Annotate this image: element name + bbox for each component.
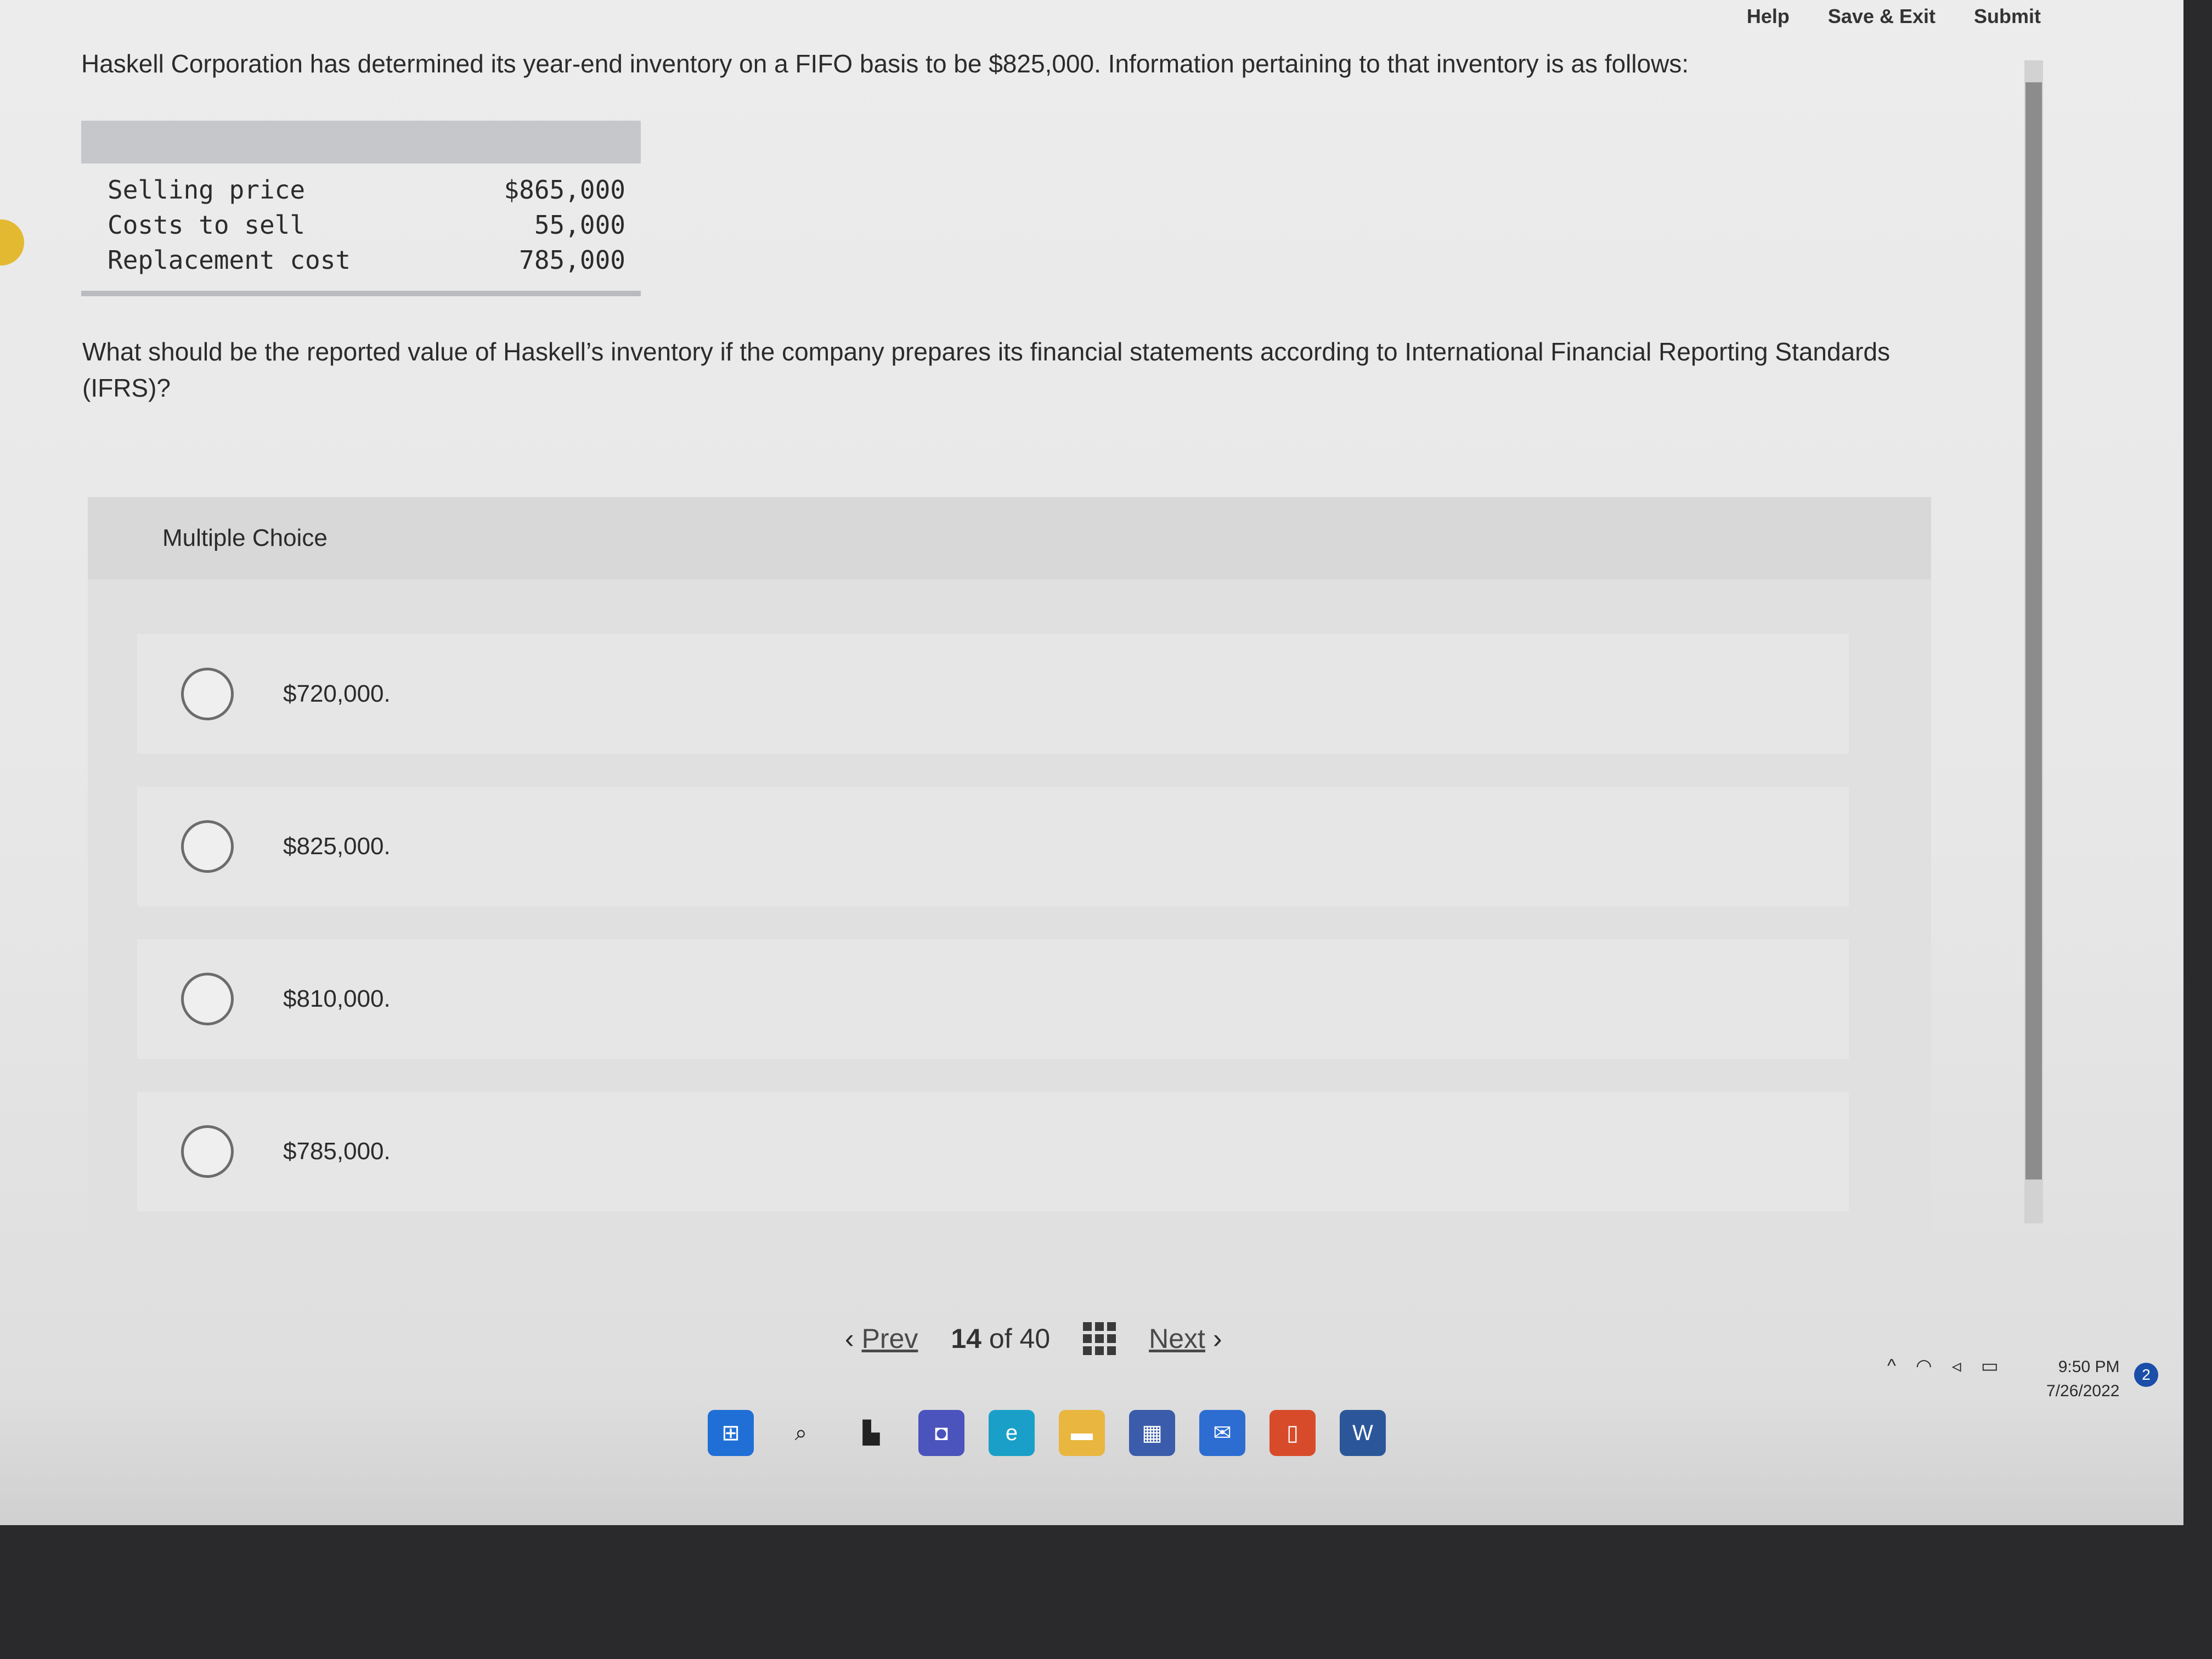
choice-label: $825,000. [283,833,391,860]
search-icon[interactable]: ⌕ [778,1410,824,1456]
task-view-icon[interactable]: ▙ [848,1410,894,1456]
prev-button[interactable]: ‹ Prev [845,1323,918,1355]
office-icon[interactable]: ▯ [1269,1410,1316,1456]
radio-button[interactable] [181,1125,234,1178]
scrollbar-thumb[interactable] [2025,82,2042,1180]
next-button[interactable]: Next › [1149,1323,1222,1355]
save-exit-link[interactable]: Save & Exit [1828,5,1936,28]
file-explorer-icon[interactable]: ▬ [1059,1410,1105,1456]
radio-button[interactable] [181,973,234,1025]
multiple-choice-panel: Multiple Choice $720,000. $825,000. $810… [88,497,1931,1298]
word-icon[interactable]: W [1340,1410,1386,1456]
row-label: Replacement cost [108,245,351,275]
next-label: Next [1149,1323,1205,1354]
choice-option[interactable]: $785,000. [137,1092,1849,1211]
top-toolbar: Help Save & Exit Submit [1747,0,2041,33]
question-navigation: ‹ Prev 14 of 40 Next › [845,1322,1222,1355]
table-row: Selling price $865,000 [108,172,625,207]
choice-option[interactable]: $825,000. [137,787,1849,906]
choice-option[interactable]: $810,000. [137,939,1849,1059]
row-value: 55,000 [534,210,625,240]
store-icon[interactable]: ▦ [1129,1410,1175,1456]
question-intro: Haskell Corporation has determined its y… [81,49,1689,78]
table-footer-rule [81,291,641,296]
taskbar-apps: ⊞ ⌕ ▙ ◘ e ▬ ▦ ✉ ▯ W [708,1410,1386,1456]
choice-option[interactable]: $720,000. [137,634,1849,754]
table-row: Replacement cost 785,000 [108,242,625,278]
system-tray: ^ ◠ ◃ ▭ [1887,1355,1999,1377]
help-link[interactable]: Help [1747,5,1790,28]
mail-icon[interactable]: ✉ [1199,1410,1245,1456]
current-question: 14 [951,1323,981,1354]
question-prompt: What should be the reported value of Has… [82,337,1891,402]
row-label: Costs to sell [108,210,306,240]
chevron-up-icon[interactable]: ^ [1887,1356,1896,1377]
row-label: Selling price [108,175,306,205]
of-label: of [989,1323,1012,1354]
question-counter: 14 of 40 [951,1323,1050,1355]
row-value: $865,000 [504,175,625,205]
notification-badge[interactable]: 2 [2134,1363,2158,1387]
edge-browser-icon[interactable]: e [989,1410,1035,1456]
radio-button[interactable] [181,668,234,720]
total-questions: 40 [1019,1323,1051,1354]
battery-icon[interactable]: ▭ [1981,1355,1999,1377]
prev-label: Prev [861,1323,918,1354]
chevron-left-icon: ‹ [845,1323,854,1354]
question-grid-icon[interactable] [1083,1322,1116,1355]
clock-time: 9:50 PM [2058,1358,2120,1376]
indicator-dot [0,219,24,266]
windows-start-icon[interactable]: ⊞ [708,1410,754,1456]
choice-label: $785,000. [283,1138,391,1165]
choice-label: $720,000. [283,680,391,707]
choice-label: $810,000. [283,985,391,1012]
screen: Help Save & Exit Submit Haskell Corporat… [0,0,2183,1525]
volume-icon[interactable]: ◃ [1952,1355,1961,1377]
radio-button[interactable] [181,820,234,873]
table-header [81,121,641,163]
clock-date: 7/26/2022 [2046,1382,2120,1400]
inventory-table: Selling price $865,000 Costs to sell 55,… [81,121,641,296]
submit-link[interactable]: Submit [1974,5,2041,28]
multiple-choice-heading: Multiple Choice [88,497,1931,579]
row-value: 785,000 [519,245,625,275]
teams-chat-icon[interactable]: ◘ [918,1410,964,1456]
wifi-icon[interactable]: ◠ [1916,1355,1932,1377]
clock[interactable]: 9:50 PM 7/26/2022 [2046,1355,2119,1403]
table-row: Costs to sell 55,000 [108,207,625,242]
chevron-right-icon: › [1212,1323,1222,1354]
